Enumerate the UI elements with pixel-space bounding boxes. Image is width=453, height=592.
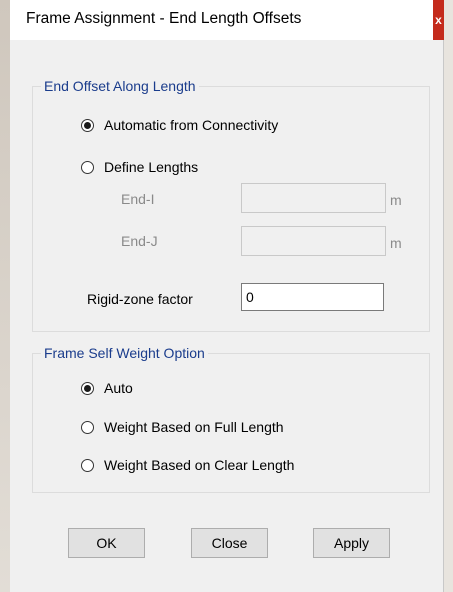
end-offset-group-label: End Offset Along Length [41, 78, 199, 94]
radio-weight-full-length[interactable]: Weight Based on Full Length [81, 419, 284, 435]
radio-label: Auto [104, 380, 133, 396]
radio-auto[interactable]: Auto [81, 380, 133, 396]
dialog-window: Frame Assignment - End Length Offsets x … [10, 0, 444, 592]
end-i-label: End-I [121, 191, 155, 207]
ok-button[interactable]: OK [68, 528, 145, 558]
radio-label: Weight Based on Clear Length [104, 457, 295, 473]
background-right [444, 0, 453, 592]
radio-label: Automatic from Connectivity [104, 117, 279, 133]
end-j-input[interactable] [241, 226, 386, 256]
rigid-zone-factor-label: Rigid-zone factor [87, 291, 193, 307]
end-i-unit: m [390, 192, 402, 208]
close-window-button[interactable]: x [433, 0, 444, 40]
radio-automatic-from-connectivity[interactable]: Automatic from Connectivity [81, 117, 278, 133]
self-weight-group-label: Frame Self Weight Option [41, 345, 208, 361]
background-left [0, 0, 10, 592]
radio-button[interactable] [81, 458, 94, 472]
title-bar: Frame Assignment - End Length Offsets x [10, 0, 444, 40]
end-i-input[interactable] [241, 183, 386, 213]
end-j-label: End-J [121, 233, 158, 249]
radio-button[interactable] [81, 118, 94, 132]
radio-button[interactable] [81, 381, 94, 395]
radio-label: Weight Based on Full Length [104, 419, 284, 435]
radio-define-lengths[interactable]: Define Lengths [81, 159, 198, 175]
rigid-zone-factor-input[interactable] [241, 283, 384, 311]
apply-button[interactable]: Apply [313, 528, 390, 558]
radio-label: Define Lengths [104, 159, 199, 175]
radio-button[interactable] [81, 420, 94, 434]
radio-weight-clear-length[interactable]: Weight Based on Clear Length [81, 457, 294, 473]
close-button[interactable]: Close [191, 528, 268, 558]
radio-button[interactable] [81, 160, 94, 174]
end-j-unit: m [390, 235, 402, 251]
dialog-title: Frame Assignment - End Length Offsets [26, 10, 302, 27]
